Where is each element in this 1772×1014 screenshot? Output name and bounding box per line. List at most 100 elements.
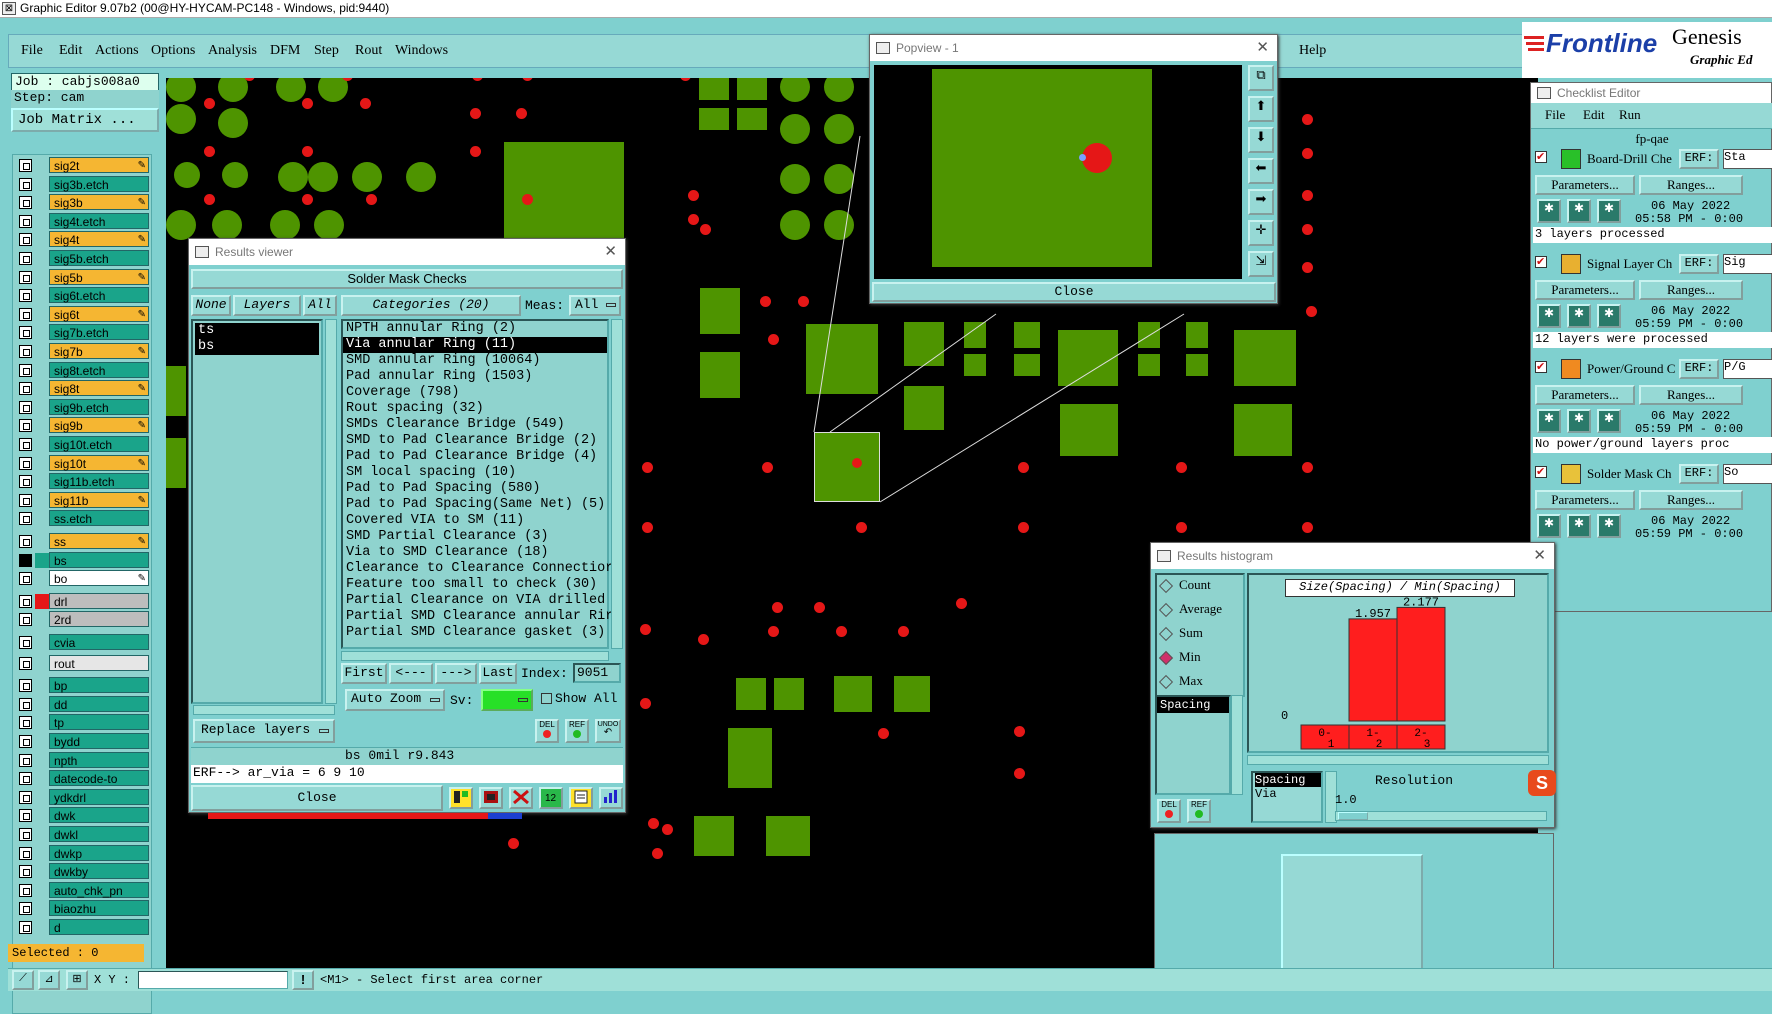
tool-icon-4[interactable]: 12 (539, 787, 563, 809)
layer-checkbox[interactable] (19, 902, 32, 916)
layer-row-sig3b.etch[interactable]: sig3b.etch (19, 175, 149, 193)
layer-checkbox[interactable] (19, 883, 32, 897)
layer-row-dwkp[interactable]: dwkp (19, 844, 149, 862)
run-results-icon[interactable]: ✱ (1597, 514, 1621, 538)
menu-edit[interactable]: Edit (59, 43, 82, 59)
layer-row-sig10t.etch[interactable]: sig10t.etch (19, 436, 149, 453)
layer-checkbox[interactable] (19, 196, 32, 210)
action-checkbox[interactable]: ✔ (1535, 466, 1547, 478)
layer-name[interactable]: sig7b ✎ (49, 343, 149, 359)
category-item[interactable]: Via annular Ring (11) (343, 337, 607, 353)
popview-canvas[interactable] (874, 65, 1242, 279)
layer-color-swatch[interactable] (35, 696, 49, 712)
layer-row-bo[interactable]: bo ✎ (19, 570, 149, 587)
layer-row-tp[interactable]: tp (19, 714, 149, 731)
layer-name[interactable]: bp (49, 677, 149, 694)
layer-color-swatch[interactable] (35, 901, 49, 917)
layer-row-bp[interactable]: bp (19, 677, 149, 694)
parameters-button[interactable]: Parameters... (1535, 490, 1635, 510)
layer-row-sig6t.etch[interactable]: sig6t.etch (19, 287, 149, 304)
histogram-list-scrollbar[interactable] (1231, 695, 1243, 795)
erf-button[interactable]: ERF: (1679, 359, 1719, 379)
category-item[interactable]: Rout spacing (32) (343, 401, 607, 417)
layer-name[interactable]: bydd (49, 733, 149, 749)
layer-name[interactable]: dwk (49, 807, 149, 824)
erf-value[interactable]: Sta (1723, 149, 1772, 169)
layer-row-dwkl[interactable]: dwkl (19, 826, 149, 843)
snap-icon[interactable]: ⟋ (12, 970, 34, 990)
layer-row-sig4t[interactable]: sig4t ✎ (19, 231, 149, 248)
warning-icon[interactable]: ! (292, 970, 314, 990)
layer-color-swatch[interactable] (35, 306, 49, 322)
pan-right-icon[interactable]: ➡ (1248, 189, 1274, 215)
erf-button[interactable]: ERF: (1679, 149, 1719, 169)
layer-name[interactable]: ss ✎ (49, 533, 149, 549)
erf-button[interactable]: ERF: (1679, 254, 1719, 274)
layer-name[interactable]: sig6t.etch (49, 287, 149, 304)
run-results-icon[interactable]: ✱ (1597, 199, 1621, 223)
layer-checkbox[interactable] (19, 921, 32, 934)
close-icon[interactable]: ✕ (604, 239, 617, 265)
layer-row-ss[interactable]: ss ✎ (19, 533, 149, 550)
layer-checkbox[interactable] (19, 656, 32, 670)
layer-checkbox[interactable] (19, 214, 32, 228)
radio-diamond-icon[interactable] (1158, 578, 1174, 594)
run-show-icon[interactable]: ✱ (1567, 514, 1591, 538)
layer-row-sig3b[interactable]: sig3b ✎ (19, 194, 149, 211)
layer-name[interactable]: sig3b ✎ (49, 194, 149, 211)
run-show-icon[interactable]: ✱ (1567, 409, 1591, 433)
tool-icon-5[interactable] (569, 787, 593, 809)
run-results-icon[interactable]: ✱ (1597, 409, 1621, 433)
hist-ref-button[interactable]: REF (1187, 799, 1211, 823)
run-show-icon[interactable]: ✱ (1567, 304, 1591, 328)
ref-button[interactable]: REF (565, 719, 589, 743)
zoom-in-icon[interactable]: ✛ (1248, 220, 1274, 246)
layer-color-swatch[interactable] (35, 474, 49, 490)
layer-checkbox[interactable] (19, 809, 32, 823)
layer-checkbox[interactable] (19, 475, 32, 489)
layer-color-swatch[interactable] (35, 381, 49, 397)
tool-icon-2[interactable] (479, 787, 503, 809)
layer-color-swatch[interactable] (35, 232, 49, 248)
layer-checkbox[interactable] (19, 326, 32, 340)
layer-name[interactable]: sig8t.etch (49, 361, 149, 378)
layer-checkbox[interactable] (19, 697, 32, 711)
menu-file[interactable]: File (21, 43, 43, 59)
layer-name[interactable]: sig5b ✎ (49, 268, 149, 285)
layer-name[interactable]: sig9b.etch (49, 398, 149, 415)
solder-mask-checks-header[interactable]: Solder Mask Checks (191, 269, 623, 289)
layer-color-swatch[interactable] (35, 251, 49, 266)
layer-row-sig5b.etch[interactable]: sig5b.etch (19, 250, 149, 267)
layer-checkbox[interactable] (19, 382, 32, 396)
histogram-option-min[interactable]: Min (1157, 647, 1243, 671)
layer-row-sig2t[interactable]: sig2t ✎ (19, 157, 149, 174)
layer-color-swatch[interactable] (35, 455, 49, 471)
layer-row-sig5b[interactable]: sig5b ✎ (19, 268, 149, 286)
category-item[interactable]: SMD annular Ring (10064) (343, 353, 607, 369)
layer-checkbox[interactable] (19, 553, 32, 567)
layer-row-2rd[interactable]: 2rd (19, 611, 149, 628)
layer-color-swatch[interactable] (35, 534, 49, 549)
undo-button[interactable]: UNDO ↶ (595, 719, 621, 743)
layer-name[interactable]: sig4t.etch (49, 212, 149, 229)
layer-color-swatch[interactable] (35, 771, 49, 787)
category-item[interactable]: Partial Clearance on VIA drilled (343, 593, 607, 609)
histogram-option-count[interactable]: Count (1157, 575, 1243, 599)
checklist-menu-run[interactable]: Run (1619, 107, 1641, 123)
layer-checkbox[interactable] (19, 307, 32, 321)
layer-color-swatch[interactable] (35, 827, 49, 842)
pan-left-icon[interactable]: ⬅ (1248, 158, 1274, 184)
ranges-button[interactable]: Ranges... (1639, 490, 1743, 510)
categories-hscrollbar[interactable] (341, 651, 609, 661)
menu-dfm[interactable]: DFM (270, 43, 300, 59)
layer-row-drl[interactable]: drl (19, 592, 149, 610)
layer-color-swatch[interactable] (35, 269, 49, 285)
layer-list-scrollbar[interactable] (325, 319, 337, 704)
layer-color-swatch[interactable] (35, 845, 49, 861)
layer-row-sig8t[interactable]: sig8t ✎ (19, 380, 149, 397)
layers-button[interactable]: Layers (233, 295, 301, 316)
layer-color-swatch[interactable] (35, 864, 49, 880)
layer-color-swatch[interactable] (35, 158, 49, 173)
ranges-button[interactable]: Ranges... (1639, 280, 1743, 300)
layer-row-d[interactable]: d (19, 919, 149, 936)
